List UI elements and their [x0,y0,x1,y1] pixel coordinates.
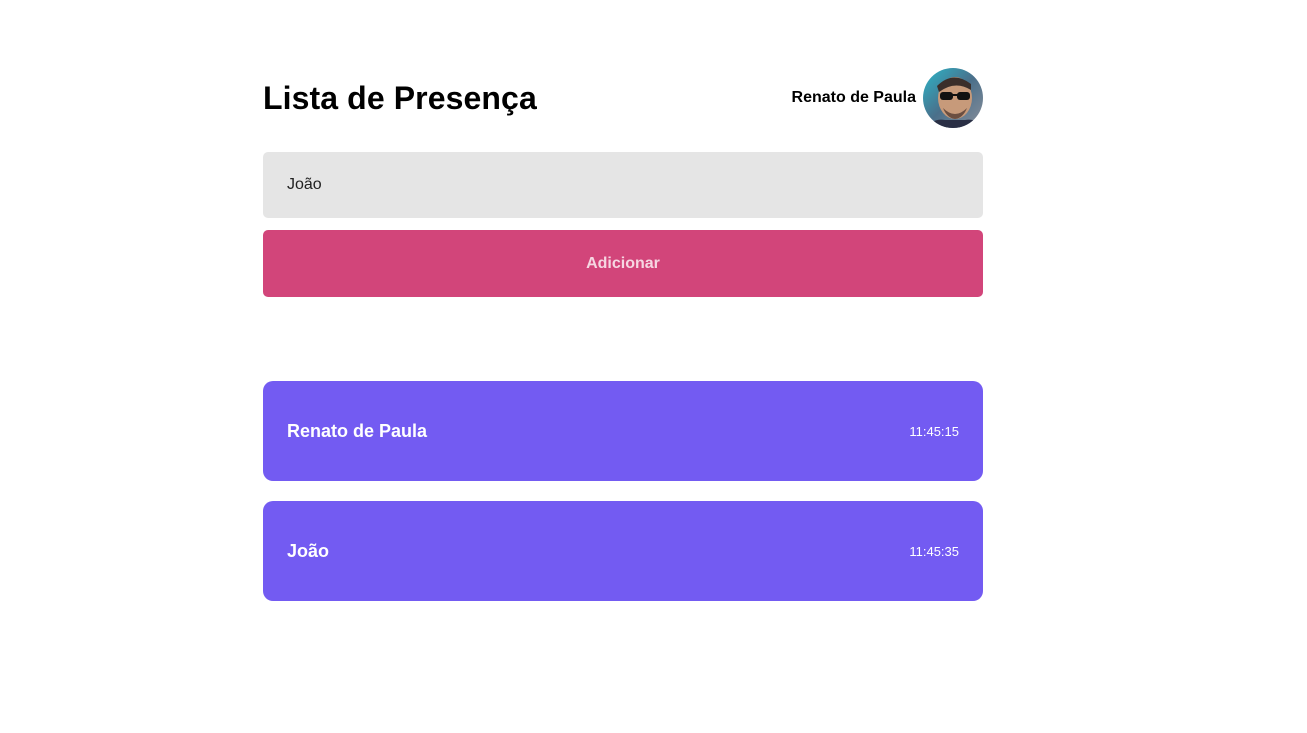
header: Lista de Presença Renato de Paula [263,68,983,128]
avatar [923,68,983,128]
app-container: Lista de Presença Renato de Paula João A… [263,68,983,621]
user-profile: Renato de Paula [792,68,983,128]
add-button[interactable]: Adicionar [263,230,983,297]
card-time: 11:45:35 [909,543,959,559]
card-time: 11:45:15 [909,423,959,439]
attendance-card: João 11:45:35 [263,501,983,601]
attendance-card: Renato de Paula 11:45:15 [263,381,983,481]
page-title: Lista de Presença [263,79,537,116]
attendance-list: Renato de Paula 11:45:15 João 11:45:35 [263,381,983,601]
user-name: Renato de Paula [791,89,916,106]
card-name: Renato de Paula [287,420,428,441]
card-name: João [287,540,330,561]
name-input[interactable] [263,152,983,218]
